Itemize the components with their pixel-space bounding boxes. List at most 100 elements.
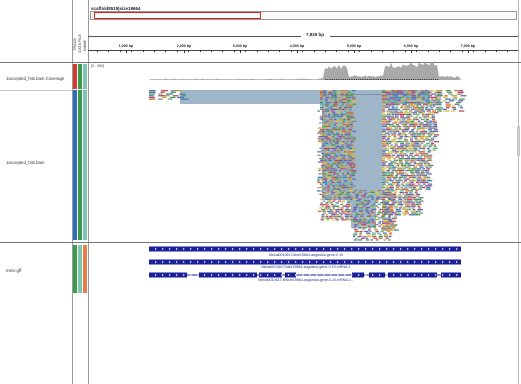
track-name-coverage[interactable]: 1accepted_hits.bam Coverage <box>6 76 64 81</box>
attr-track-type[interactable] <box>73 90 77 240</box>
ruler-minor-tick <box>496 50 497 52</box>
read <box>354 224 358 226</box>
read <box>414 132 419 134</box>
read <box>417 127 422 129</box>
read <box>387 117 391 119</box>
read <box>334 180 338 182</box>
read <box>335 183 340 185</box>
current-region-box[interactable] <box>94 12 261 19</box>
read <box>397 181 401 184</box>
read <box>334 125 338 127</box>
attribute-header-track[interactable]: TRACK <box>73 38 77 51</box>
read <box>346 173 351 175</box>
read <box>405 188 409 190</box>
read <box>386 113 391 116</box>
read <box>338 100 343 102</box>
read <box>360 225 366 227</box>
alignment-scrollbar[interactable] <box>517 126 520 156</box>
read <box>327 115 331 117</box>
read <box>382 178 387 180</box>
read <box>406 91 411 93</box>
read <box>346 190 349 192</box>
read <box>388 163 393 165</box>
read <box>417 103 422 105</box>
attr-data-file[interactable] <box>78 90 82 240</box>
feature-label-gene: Mecal0010617/size19664-augustus-gene-0.1… <box>268 253 344 257</box>
read <box>393 93 399 95</box>
read <box>405 101 410 104</box>
read <box>318 169 321 172</box>
read <box>322 124 327 126</box>
read <box>330 120 334 122</box>
read <box>404 141 409 143</box>
read <box>382 224 385 226</box>
read <box>419 147 423 150</box>
read <box>421 110 426 112</box>
read <box>366 232 371 234</box>
read <box>380 201 384 204</box>
read <box>321 139 325 141</box>
read <box>364 190 366 192</box>
attr-name[interactable] <box>83 245 87 293</box>
read <box>389 175 394 177</box>
track-name-alignment[interactable]: 1accepted_hits.bam <box>6 160 44 165</box>
read <box>334 105 338 107</box>
attr-data-file[interactable] <box>78 245 82 293</box>
read <box>335 142 339 144</box>
read <box>350 166 356 168</box>
read <box>407 125 412 127</box>
attribute-header-data-file[interactable]: DATA FILE <box>78 34 82 52</box>
track-name-gff[interactable]: mecr.gff <box>6 268 21 273</box>
read <box>341 127 345 129</box>
read <box>417 120 421 122</box>
read <box>367 220 371 222</box>
read <box>437 93 443 95</box>
read <box>417 93 423 95</box>
read <box>322 163 327 165</box>
read <box>173 95 179 97</box>
ruler-minor-tick <box>257 50 258 52</box>
attr-name[interactable] <box>83 90 87 240</box>
alignment-plot[interactable] <box>89 90 519 242</box>
read <box>323 175 326 177</box>
read <box>427 96 431 99</box>
read <box>338 183 342 185</box>
read <box>356 200 361 202</box>
read <box>346 212 351 214</box>
coverage-mismatch-mark <box>428 79 430 80</box>
read <box>410 139 414 141</box>
attribute-header-name[interactable]: NAME <box>83 40 87 51</box>
read <box>458 110 465 112</box>
attr-track-type[interactable] <box>73 245 77 293</box>
read <box>389 220 392 222</box>
read <box>387 178 392 180</box>
attr-data-file[interactable] <box>78 64 82 89</box>
chromosome-ideogram[interactable] <box>90 11 517 20</box>
read <box>322 210 326 212</box>
coverage-mismatch-mark <box>369 79 371 80</box>
read <box>408 186 413 189</box>
read <box>411 178 416 180</box>
read <box>406 118 412 121</box>
mrna-feature-exons <box>149 272 461 278</box>
read <box>332 93 337 95</box>
read <box>352 100 358 102</box>
read <box>393 161 397 163</box>
read <box>333 197 337 199</box>
attr-track-type[interactable] <box>73 64 77 89</box>
read <box>328 215 333 218</box>
attr-name[interactable] <box>83 64 87 89</box>
read <box>416 178 421 180</box>
read <box>432 122 437 124</box>
read <box>378 225 381 227</box>
read <box>408 147 414 150</box>
read <box>321 195 325 197</box>
coverage-plot[interactable] <box>89 60 519 90</box>
read <box>411 93 415 95</box>
coverage-mismatch-mark <box>402 79 404 80</box>
read <box>398 207 402 209</box>
read <box>390 147 395 150</box>
read <box>411 164 415 167</box>
read <box>346 192 351 194</box>
read <box>365 210 370 212</box>
